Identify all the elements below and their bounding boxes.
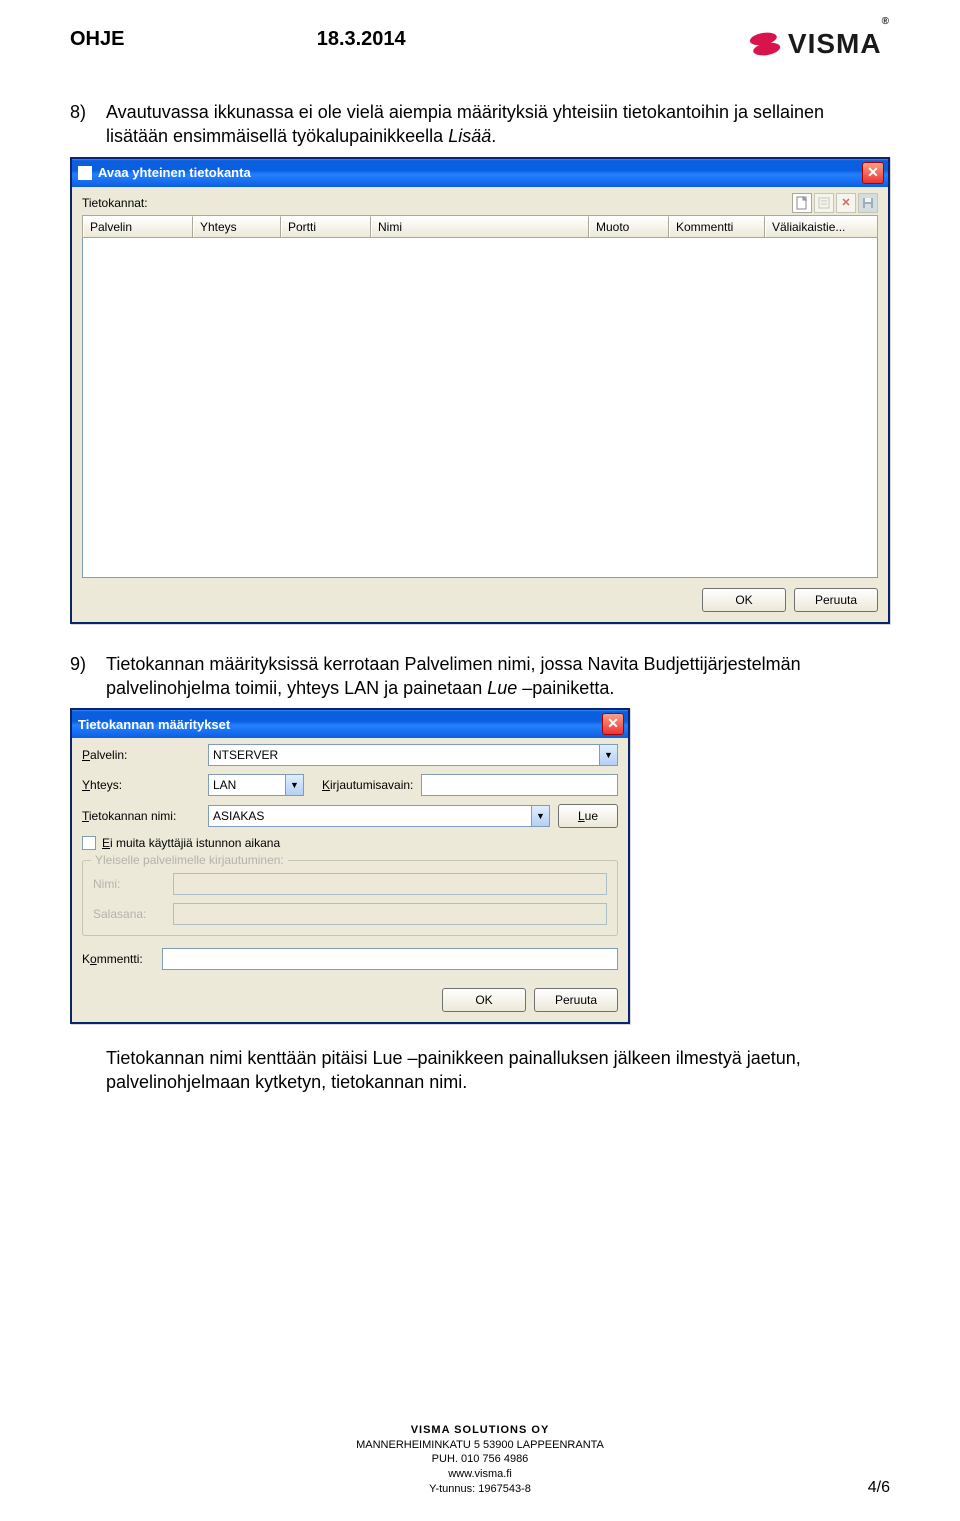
label-nimi: Nimi:: [93, 877, 165, 891]
footer-phone: PUH. 010 756 4986: [0, 1452, 960, 1467]
label-yhteys: Yhteys:: [82, 778, 200, 792]
footer-address: MANNERHEIMINKATU 5 53900 LAPPEENRANTA: [0, 1438, 960, 1453]
titlebar[interactable]: Tietokannan määritykset ✕: [72, 710, 628, 738]
col-palvelin[interactable]: Palvelin: [83, 216, 193, 237]
footer: VISMA SOLUTIONS OY MANNERHEIMINKATU 5 53…: [0, 1423, 960, 1497]
label-kirjautumisavain: Kirjautumisavain:: [322, 778, 413, 792]
visma-logo: VISMA®: [748, 28, 890, 60]
col-nimi[interactable]: Nimi: [371, 216, 589, 237]
cancel-button[interactable]: Peruuta: [794, 588, 878, 612]
ok-button[interactable]: OK: [442, 988, 526, 1012]
chevron-down-icon[interactable]: ▼: [286, 774, 304, 796]
chevron-down-icon[interactable]: ▼: [532, 805, 550, 827]
footer-company: VISMA SOLUTIONS OY: [0, 1423, 960, 1438]
page-header: OHJE 18.3.2014 VISMA®: [70, 28, 890, 60]
label-tknimi: Tietokannan nimi:: [82, 809, 200, 823]
col-valiaikais[interactable]: Väliaikaistie...: [765, 216, 877, 237]
label-salasana: Salasana:: [93, 907, 165, 921]
col-portti[interactable]: Portti: [281, 216, 371, 237]
label-tietokannat: Tietokannat:: [82, 196, 148, 210]
kirjautumisavain-input[interactable]: [421, 774, 618, 796]
group-server-login: Yleiselle palvelimelle kirjautuminen: Ni…: [82, 860, 618, 936]
checkbox-no-other-users[interactable]: [82, 836, 96, 850]
paragraph-9: 9) Tietokannan määrityksissä kerrotaan P…: [70, 652, 890, 701]
yhteys-input[interactable]: [208, 774, 286, 796]
footer-ytunnus: Y-tunnus: 1967543-8: [0, 1482, 960, 1497]
footer-url: www.visma.fi: [0, 1467, 960, 1482]
db-listbox[interactable]: [82, 238, 878, 578]
ok-button[interactable]: OK: [702, 588, 786, 612]
delete-icon: ✕: [836, 193, 856, 213]
tknimi-combo[interactable]: ▼: [208, 805, 550, 827]
logo-mark-icon: [748, 30, 782, 58]
checkbox-row[interactable]: Ei muita käyttäjiä istunnon aikana: [82, 836, 618, 850]
doc-date: 18.3.2014: [317, 28, 406, 51]
window-title: Tietokannan määritykset: [78, 717, 230, 732]
label-palvelin: Palvelin:: [82, 748, 200, 762]
salasana-input: [173, 903, 607, 925]
grid-header: Palvelin Yhteys Portti Nimi Muoto Kommen…: [82, 215, 878, 238]
lue-button[interactable]: Lue: [558, 804, 618, 828]
group-title: Yleiselle palvelimelle kirjautuminen:: [91, 853, 288, 867]
palvelin-combo[interactable]: ▼: [208, 744, 618, 766]
nimi-input: [173, 873, 607, 895]
yhteys-combo[interactable]: ▼: [208, 774, 304, 796]
new-icon[interactable]: [792, 193, 812, 213]
paragraph-8-text: Avautuvassa ikkunassa ei ole vielä aiemp…: [106, 100, 890, 149]
toolbar: ✕: [792, 193, 878, 213]
logo-text: VISMA®: [788, 28, 890, 60]
palvelin-input[interactable]: [208, 744, 600, 766]
kommentti-input[interactable]: [162, 948, 618, 970]
checkbox-label: Ei muita käyttäjiä istunnon aikana: [102, 836, 280, 850]
label-kommentti: Kommentti:: [82, 952, 154, 966]
dialog-open-shared-db: Avaa yhteinen tietokanta ✕ Tietokannat: …: [70, 157, 890, 624]
col-kommentti[interactable]: Kommentti: [669, 216, 765, 237]
doc-title: OHJE: [70, 28, 124, 51]
col-muoto[interactable]: Muoto: [589, 216, 669, 237]
close-icon[interactable]: ✕: [862, 162, 884, 184]
titlebar[interactable]: Avaa yhteinen tietokanta ✕: [72, 159, 888, 187]
edit-icon: [814, 193, 834, 213]
paragraph-after: Tietokannan nimi kenttään pitäisi Lue –p…: [106, 1046, 890, 1095]
list-number: 8): [70, 100, 106, 149]
close-icon[interactable]: ✕: [602, 713, 624, 735]
paragraph-9-text: Tietokannan määrityksissä kerrotaan Palv…: [106, 652, 890, 701]
page-number: 4/6: [868, 1479, 890, 1497]
tknimi-input[interactable]: [208, 805, 532, 827]
col-yhteys[interactable]: Yhteys: [193, 216, 281, 237]
save-icon: [858, 193, 878, 213]
dialog-db-settings: Tietokannan määritykset ✕ Palvelin: ▼ Yh…: [70, 708, 630, 1024]
cancel-button[interactable]: Peruuta: [534, 988, 618, 1012]
window-icon: [78, 166, 92, 180]
window-title: Avaa yhteinen tietokanta: [98, 165, 251, 180]
chevron-down-icon[interactable]: ▼: [600, 744, 618, 766]
list-number: 9): [70, 652, 106, 701]
paragraph-8: 8) Avautuvassa ikkunassa ei ole vielä ai…: [70, 100, 890, 149]
